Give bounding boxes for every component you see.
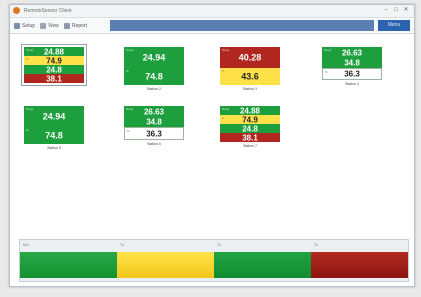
menu-button[interactable]: Menu	[378, 20, 410, 31]
reading-value: 24.88	[43, 47, 65, 56]
window-title: RemoteSensor Client	[24, 8, 72, 14]
station-card-5[interactable]: Temp 24.94 % 74.8 Station 5	[24, 106, 84, 151]
reading-value: 74.9	[242, 115, 258, 124]
reading-temp: Temp 26.63	[124, 106, 184, 117]
view-icon	[40, 22, 46, 29]
station-label: Station 3	[243, 87, 257, 91]
reading-unit: Temp	[126, 48, 134, 52]
reading-value: 24.8	[46, 65, 62, 74]
reading-value: 24.94	[142, 52, 166, 62]
reading-value: 36.3	[146, 129, 162, 138]
station-label: Station 7	[243, 144, 257, 148]
minimize-button[interactable]: –	[382, 6, 390, 15]
reading-3: 24.8	[24, 65, 84, 74]
summary-panel: Min Tu Tu Tu	[19, 239, 409, 282]
strip-label: Min	[23, 243, 29, 247]
reading-value: 38.1	[242, 133, 258, 142]
reading-4: 38.1	[24, 74, 84, 83]
reading-value: 74.8	[45, 130, 63, 140]
reading-temp: Temp 24.94	[124, 47, 184, 68]
report-label: Report	[72, 22, 88, 29]
reading-value: 74.9	[46, 56, 62, 65]
reading-value: 24.94	[42, 111, 66, 121]
reading-value: 38.1	[46, 74, 62, 83]
strip-label: Tu	[120, 243, 124, 247]
reading-temp: Temp 40.28	[220, 47, 280, 68]
station-card-7[interactable]: Temp 24.88 % 74.9 24.8 38.1 Station 7	[220, 106, 280, 149]
reading-temp: Temp 26.63	[322, 47, 382, 58]
station-label: Station 4	[345, 82, 359, 86]
reading-temp: Temp 24.94	[24, 106, 84, 127]
close-button[interactable]: ✕	[402, 6, 410, 15]
station-card-6[interactable]: Temp 26.63 34.8 % 36.3 Station 6	[124, 106, 184, 147]
reading-value: 24.8	[242, 124, 258, 133]
toolbar-band	[110, 20, 374, 31]
station-card-1[interactable]: Temp 24.88 % 74.9 24.8 38.1	[21, 44, 87, 86]
station-label: Station 5	[47, 146, 61, 150]
reading-humidity: % 74.8	[124, 68, 184, 85]
reading-value: 24.88	[239, 106, 261, 115]
toolbar: Setup View Report Menu	[10, 18, 414, 34]
reading-unit: Temp	[222, 48, 230, 52]
title-bar: RemoteSensor Client – □ ✕	[10, 5, 414, 18]
maximize-button[interactable]: □	[392, 6, 400, 15]
station-label: Station 6	[147, 142, 161, 146]
reading-2: 34.8	[322, 58, 382, 68]
station-card-2[interactable]: Temp 24.94 % 74.8 Station 2	[124, 47, 184, 92]
report-button[interactable]: Report	[64, 21, 87, 30]
reading-temp: Temp 24.88	[220, 106, 280, 115]
reading-humidity: % 43.6	[220, 68, 280, 85]
app-window: RemoteSensor Client – □ ✕ Setup View Rep…	[9, 4, 415, 287]
station-label: Station 2	[147, 87, 161, 91]
view-label: View	[48, 22, 59, 29]
status-strip-green[interactable]	[20, 252, 117, 278]
reading-value: 74.8	[145, 71, 163, 81]
status-strip-yellow[interactable]	[117, 252, 214, 278]
reading-humidity: % 74.9	[24, 56, 84, 65]
reading-3: 24.8	[220, 124, 280, 133]
reading-value: 36.3	[344, 69, 360, 79]
reading-value: 43.6	[241, 71, 259, 81]
report-icon	[64, 22, 70, 29]
status-strip-green[interactable]	[214, 252, 311, 278]
reading-value: 34.8	[146, 117, 162, 127]
reading-humidity: % 36.3	[322, 68, 382, 80]
strip-label: Tu	[314, 243, 318, 247]
station-card-3[interactable]: Temp 40.28 % 43.6 Station 3	[220, 47, 280, 92]
reading-value: 26.63	[341, 48, 363, 57]
reading-value: 26.63	[143, 107, 165, 116]
setup-label: Setup	[22, 22, 36, 29]
reading-humidity: % 74.9	[220, 115, 280, 124]
reading-temp: Temp 24.88	[24, 47, 84, 56]
strip-label: Tu	[217, 243, 221, 247]
reading-value: 34.8	[344, 58, 360, 68]
reading-value: 40.28	[238, 52, 262, 62]
setup-button[interactable]: Setup	[14, 21, 35, 30]
reading-2: 34.8	[124, 117, 184, 127]
reading-4: 38.1	[220, 133, 280, 142]
reading-humidity: % 74.8	[24, 127, 84, 144]
reading-unit: Temp	[26, 107, 34, 111]
station-card-4[interactable]: Temp 26.63 34.8 % 36.3 Station 4	[322, 47, 382, 87]
app-icon	[13, 7, 20, 14]
view-button[interactable]: View	[40, 21, 59, 30]
reading-humidity: % 36.3	[124, 127, 184, 140]
setup-icon	[14, 22, 20, 29]
status-strip-red[interactable]	[311, 252, 408, 278]
